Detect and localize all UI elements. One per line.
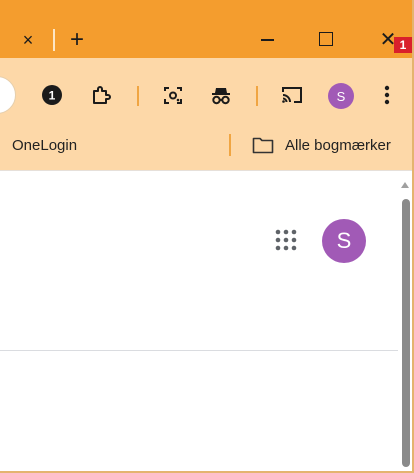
password-manager-badge: 1 bbox=[49, 89, 56, 103]
apps-grid-icon[interactable] bbox=[274, 228, 298, 252]
address-bar[interactable] bbox=[0, 76, 16, 114]
minimize-button[interactable] bbox=[255, 29, 279, 49]
folder-icon bbox=[252, 136, 274, 154]
new-tab-button[interactable]: + bbox=[66, 28, 88, 52]
bookmarks-separator bbox=[229, 134, 231, 156]
cast-icon[interactable] bbox=[280, 83, 304, 107]
bookmark-onelogin[interactable]: OneLogin bbox=[12, 137, 77, 155]
toolbar-separator bbox=[256, 86, 258, 106]
notification-badge: 1 bbox=[394, 37, 412, 53]
all-bookmarks-button[interactable]: Alle bogmærker bbox=[285, 137, 391, 155]
bookmarks-bar: OneLogin Alle bogmærker bbox=[0, 125, 412, 170]
tab-close-button[interactable]: × bbox=[18, 30, 38, 50]
extensions-icon[interactable] bbox=[88, 83, 112, 107]
browser-window: × + ✕ 1 S 1 OneLogin Alle bogmærker S bbox=[0, 0, 414, 473]
scroll-up-arrow-icon[interactable] bbox=[401, 182, 409, 188]
scrollbar-thumb[interactable] bbox=[402, 199, 410, 467]
more-menu-icon[interactable] bbox=[380, 83, 394, 107]
title-bar: × + ✕ bbox=[0, 0, 412, 58]
content-divider bbox=[0, 350, 398, 351]
toolbar-separator bbox=[137, 86, 139, 106]
profile-avatar[interactable]: S bbox=[328, 83, 354, 109]
content-top-border bbox=[0, 170, 412, 171]
lens-icon[interactable] bbox=[161, 83, 185, 107]
account-avatar[interactable]: S bbox=[322, 219, 366, 263]
maximize-button[interactable] bbox=[316, 29, 336, 49]
vertical-scrollbar[interactable] bbox=[398, 171, 412, 471]
tab-separator bbox=[53, 29, 55, 51]
password-manager-icon[interactable]: 1 bbox=[40, 83, 64, 107]
toolbar: 1 S bbox=[0, 58, 412, 125]
incognito-icon[interactable] bbox=[209, 83, 233, 107]
